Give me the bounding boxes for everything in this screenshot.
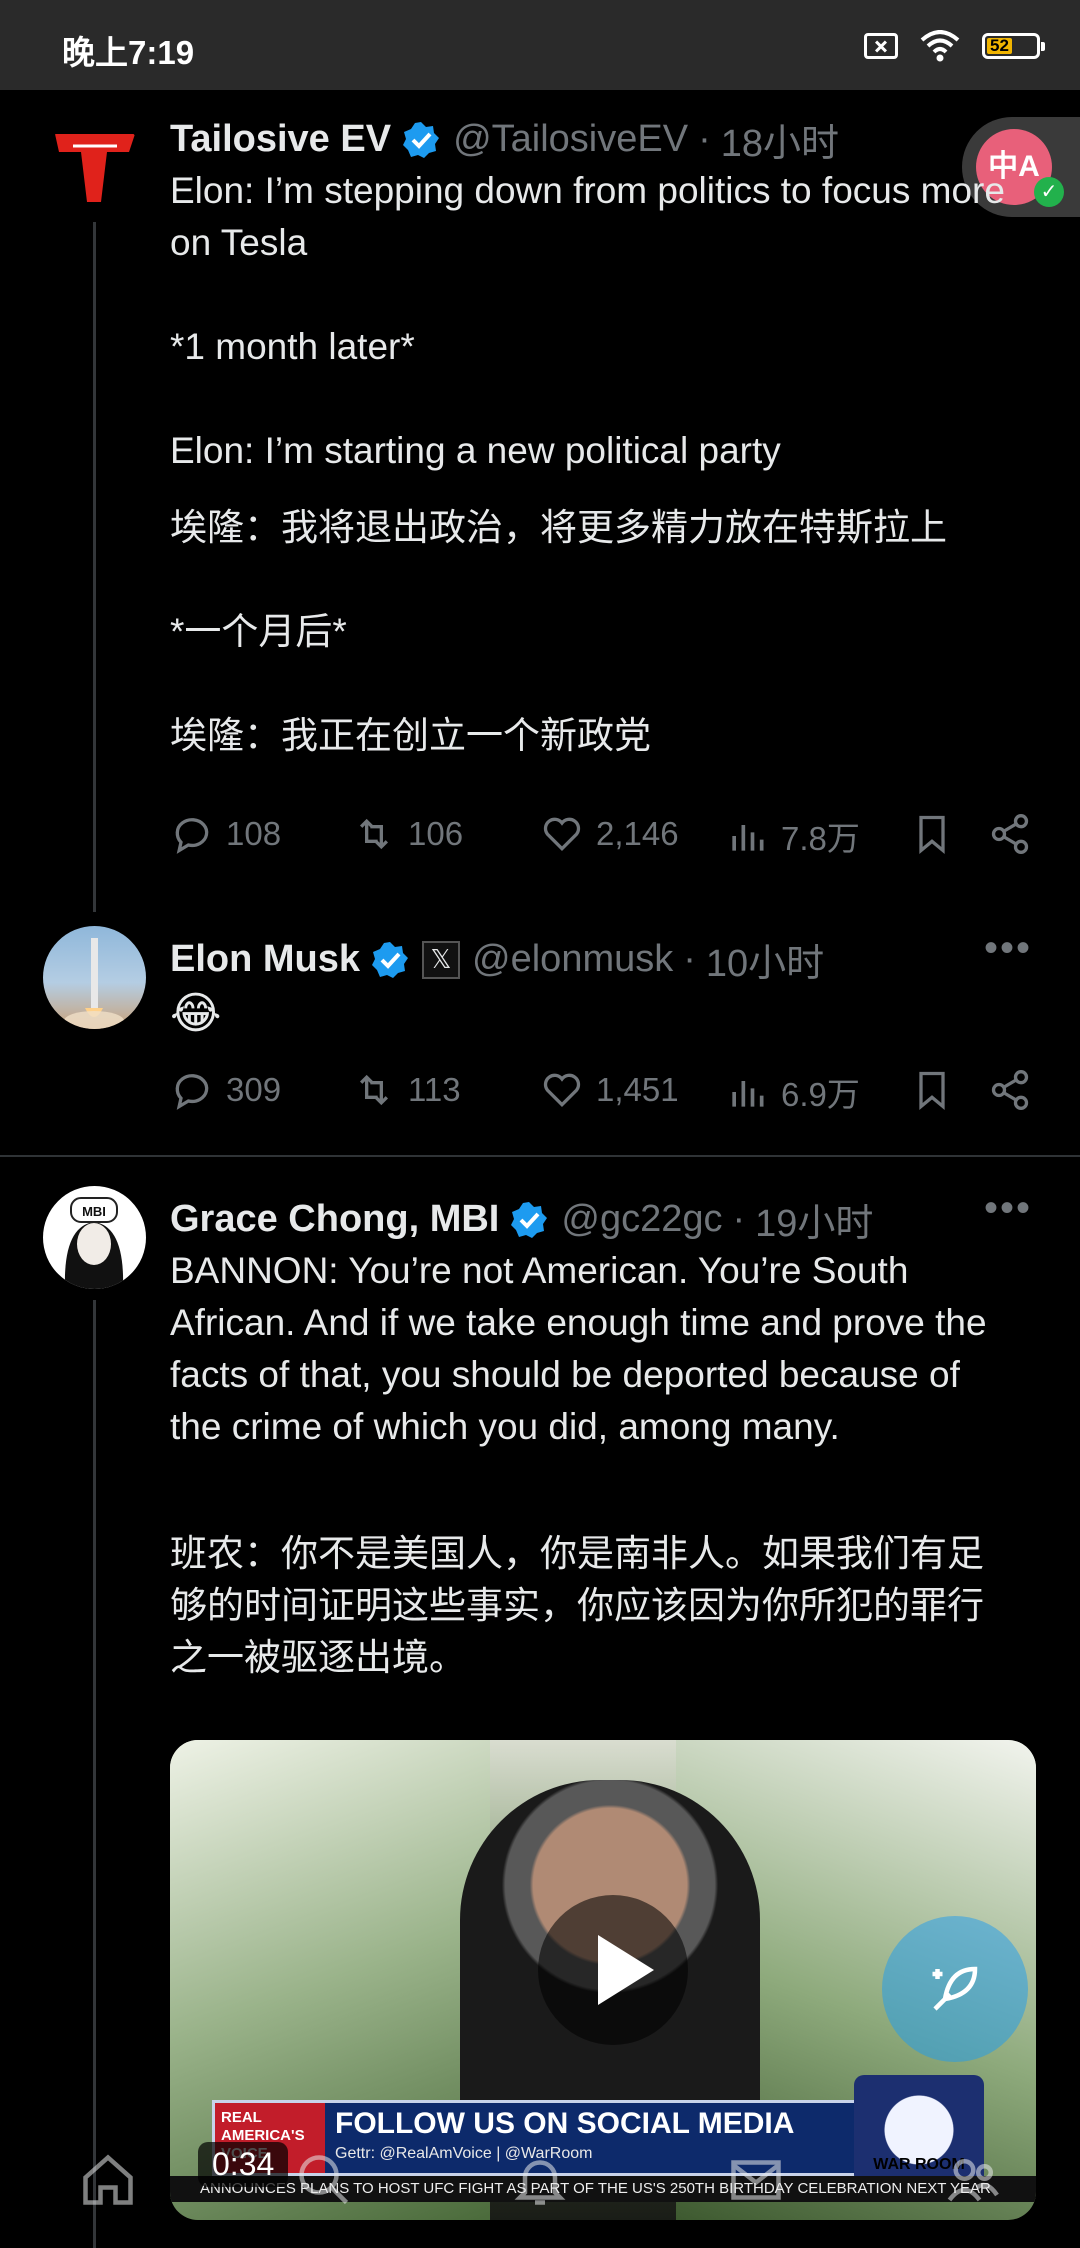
bookmark-icon bbox=[919, 815, 945, 855]
retweet-count: 113 bbox=[408, 1071, 461, 1108]
separator-dot: · bbox=[698, 118, 711, 160]
tweet-translation: 埃隆：我将退出政治，将更多精力放在特斯拉上 *一个月后* 埃隆：我正在创立一个新… bbox=[170, 507, 947, 756]
like-count: 2,146 bbox=[596, 815, 679, 852]
reply-count: 309 bbox=[226, 1071, 282, 1108]
display-name[interactable]: Grace Chong, MBI bbox=[170, 1198, 499, 1241]
thread-line bbox=[93, 1300, 96, 2248]
views-icon bbox=[732, 825, 764, 851]
retweet-icon bbox=[359, 1074, 389, 1106]
verified-badge-icon bbox=[372, 941, 409, 978]
retweet-button[interactable]: 113 bbox=[352, 1068, 461, 1112]
tweet-header: Tailosive EV @TailosiveEV · 18小时 bbox=[170, 112, 839, 167]
retweet-count: 106 bbox=[408, 815, 464, 852]
x-affiliate-icon[interactable]: 𝕏 bbox=[422, 940, 461, 979]
handle[interactable]: @TailosiveEV bbox=[453, 118, 688, 161]
separator-dot: · bbox=[683, 938, 696, 980]
no-sim-icon bbox=[864, 33, 898, 59]
like-count: 1,451 bbox=[596, 1071, 679, 1108]
reply-button[interactable]: 309 bbox=[170, 1068, 281, 1112]
reply-count: 108 bbox=[226, 815, 282, 852]
home-icon[interactable] bbox=[78, 2150, 138, 2210]
wifi-icon bbox=[920, 30, 960, 62]
messages-icon[interactable] bbox=[726, 2150, 786, 2210]
views-button[interactable]: 7.8万 bbox=[725, 812, 860, 860]
rocket-image-icon bbox=[64, 938, 124, 1029]
verified-badge-icon bbox=[511, 1201, 548, 1238]
search-icon[interactable] bbox=[294, 2150, 354, 2210]
tweet-actions: 309 113 1,451 6.9万 bbox=[170, 1068, 1040, 1128]
tailosive-logo-icon bbox=[55, 134, 135, 202]
bookmark-button[interactable] bbox=[910, 1068, 966, 1112]
views-button[interactable]: 6.9万 bbox=[725, 1068, 860, 1116]
retweet-button[interactable]: 106 bbox=[352, 812, 463, 856]
profile-photo-icon: MBI bbox=[64, 1197, 124, 1289]
tweet-text: 😂 bbox=[170, 989, 222, 1038]
views-count: 6.9万 bbox=[781, 1076, 860, 1113]
compose-button[interactable] bbox=[882, 1916, 1028, 2062]
communities-icon[interactable] bbox=[942, 2150, 1002, 2210]
play-button[interactable] bbox=[538, 1895, 688, 2045]
verified-badge-icon bbox=[403, 121, 440, 158]
tweet-translation: 班农：你不是美国人，你是南非人。如果我们有足够的时间证明这些事实，你应该因为你所… bbox=[170, 1533, 984, 1678]
tweet-text: Elon: I’m stepping down from politics to… bbox=[170, 170, 1005, 471]
avatar[interactable] bbox=[43, 116, 146, 219]
tweet-actions: 108 106 2,146 7.8万 bbox=[170, 812, 1040, 872]
tweet-header: Grace Chong, MBI @gc22gc · 19小时 bbox=[170, 1192, 873, 1247]
tweet-time[interactable]: 18小时 bbox=[721, 112, 839, 167]
tweet-text: BANNON: You’re not American. You’re Sout… bbox=[170, 1250, 997, 1447]
retweet-icon bbox=[359, 818, 389, 850]
tweet-time[interactable]: 10小时 bbox=[706, 932, 824, 987]
tweet-header: Elon Musk 𝕏 @elonmusk · 10小时 bbox=[170, 932, 824, 987]
handle[interactable]: @elonmusk bbox=[472, 938, 673, 981]
tweet-time[interactable]: 19小时 bbox=[755, 1192, 873, 1247]
heart-icon bbox=[543, 817, 581, 852]
reply-icon bbox=[175, 818, 209, 854]
avatar-cap-text: MBI bbox=[82, 1204, 106, 1219]
more-options-icon[interactable]: ••• bbox=[984, 1188, 1032, 1228]
separator-dot: · bbox=[732, 1198, 746, 1240]
heart-icon bbox=[543, 1073, 581, 1108]
share-button[interactable] bbox=[988, 1068, 1044, 1112]
status-time: 晚上7:19 bbox=[62, 34, 195, 71]
bookmark-icon bbox=[919, 1071, 945, 1111]
battery-icon: 52 bbox=[982, 33, 1045, 59]
thread-line bbox=[93, 222, 96, 912]
like-button[interactable]: 2,146 bbox=[540, 812, 679, 856]
bottom-nav bbox=[0, 2112, 1080, 2248]
avatar[interactable] bbox=[43, 926, 146, 1029]
share-icon bbox=[991, 1070, 1029, 1110]
display-name[interactable]: Tailosive EV bbox=[170, 118, 391, 161]
check-icon: ✓ bbox=[1034, 177, 1064, 207]
avatar[interactable]: MBI bbox=[43, 1186, 146, 1289]
notifications-icon[interactable] bbox=[510, 2150, 570, 2210]
battery-level: 52 bbox=[987, 37, 1012, 54]
views-icon bbox=[732, 1081, 764, 1107]
share-button[interactable] bbox=[988, 812, 1044, 856]
status-bar: 晚上7:19 52 bbox=[0, 0, 1080, 90]
status-icons: 52 bbox=[864, 30, 1045, 62]
views-count: 7.8万 bbox=[781, 820, 860, 857]
divider bbox=[0, 1155, 1080, 1157]
reply-button[interactable]: 108 bbox=[170, 812, 281, 856]
handle[interactable]: @gc22gc bbox=[561, 1198, 722, 1241]
bookmark-button[interactable] bbox=[910, 812, 966, 856]
compose-feather-icon bbox=[932, 1966, 978, 2011]
more-options-icon[interactable]: ••• bbox=[984, 928, 1032, 968]
reply-icon bbox=[175, 1074, 209, 1110]
like-button[interactable]: 1,451 bbox=[540, 1068, 679, 1112]
display-name[interactable]: Elon Musk bbox=[170, 938, 360, 981]
share-icon bbox=[991, 814, 1029, 854]
